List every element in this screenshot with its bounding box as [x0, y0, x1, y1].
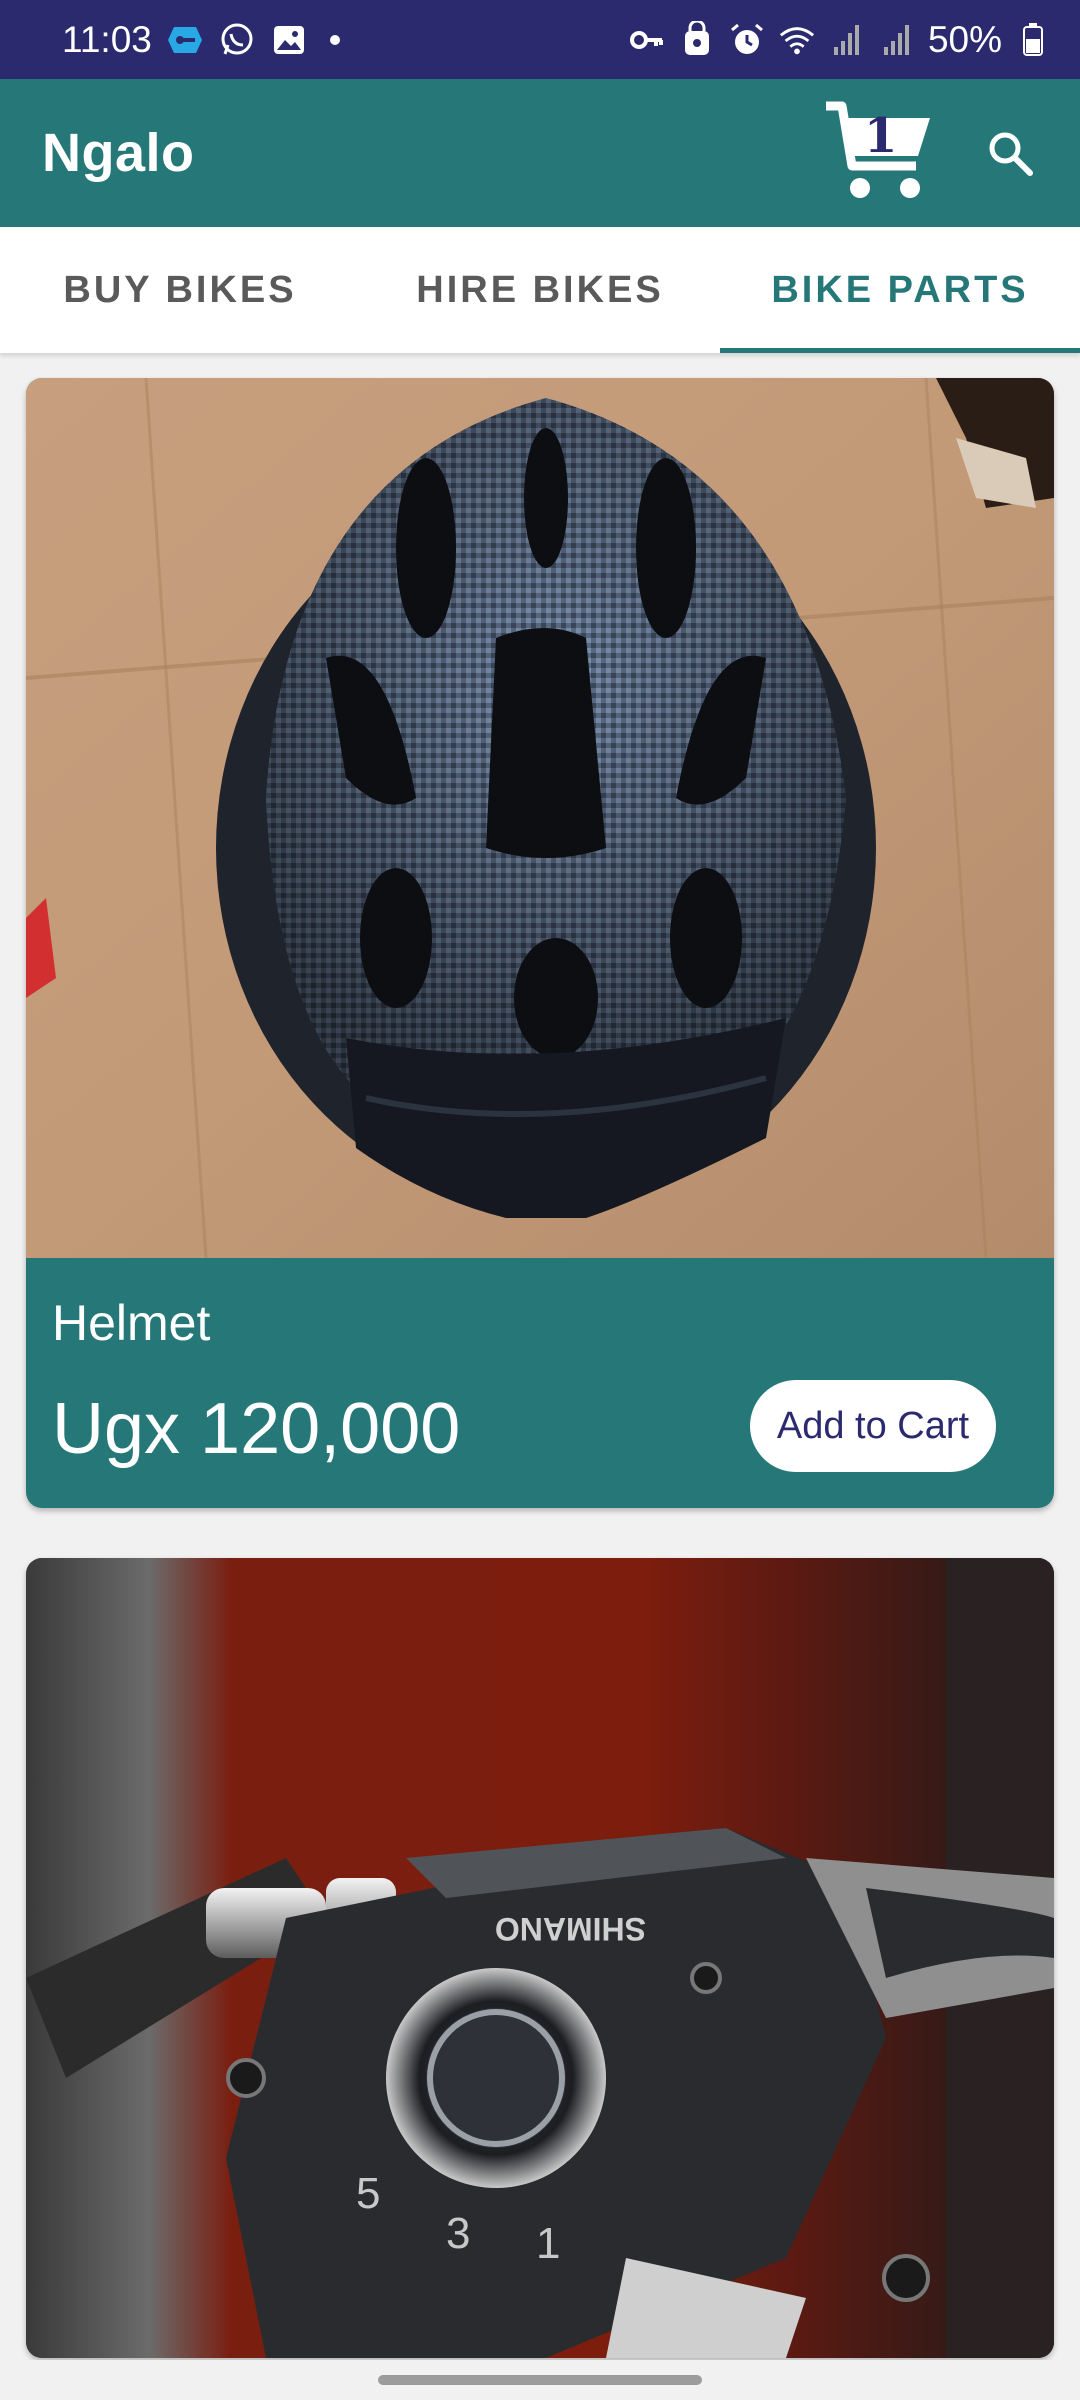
product-name: Helmet [52, 1295, 211, 1351]
status-time: 11:03 [62, 18, 152, 60]
alarm-icon [728, 21, 766, 59]
app-bar: Ngalo 1 [0, 79, 1080, 227]
system-nav-bar [0, 2360, 1080, 2400]
gallery-icon [270, 21, 308, 59]
gear-number-1: 1 [536, 2219, 560, 2268]
whatsapp-icon [218, 21, 256, 59]
home-gesture-handle[interactable] [378, 2375, 702, 2385]
product-image-shifter: SHIMANO 5 3 1 [26, 1558, 1054, 2358]
add-to-cart-button[interactable]: Add to Cart [750, 1380, 996, 1472]
product-info: Helmet Ugx 120,000 Add to Cart [26, 1258, 1054, 1508]
battery-percent: 50% [927, 18, 1002, 60]
gear-number-5: 5 [356, 2169, 380, 2218]
status-bar: 11:03 50% [0, 0, 1080, 79]
shifter-brand-text: SHIMANO [495, 1911, 646, 1947]
product-card[interactable]: Helmet Ugx 120,000 Add to Cart [26, 378, 1054, 1508]
key-icon [628, 21, 666, 59]
signal-icon-2 [878, 21, 916, 59]
product-card[interactable]: SHIMANO 5 3 1 [26, 1558, 1054, 2358]
tab-bike-parts[interactable]: BIKE PARTS [720, 227, 1080, 353]
battery-icon [1014, 21, 1052, 59]
search-icon [989, 132, 1033, 176]
lock-app-icon [678, 20, 716, 59]
category-tabs: BUY BIKES HIRE BIKES BIKE PARTS [0, 227, 1080, 353]
more-notifications-dot [329, 34, 340, 45]
cart-button[interactable]: 1 [822, 98, 934, 208]
search-button[interactable] [982, 125, 1038, 181]
cart-count: 1 [864, 108, 898, 164]
product-image-helmet [26, 378, 1054, 1258]
product-price: Ugx 120,000 [52, 1389, 461, 1469]
app-title: Ngalo [42, 123, 195, 183]
tab-hire-bikes[interactable]: HIRE BIKES [360, 227, 720, 353]
vpn-app-icon [166, 21, 204, 59]
signal-icon-1 [828, 21, 866, 59]
tab-buy-bikes[interactable]: BUY BIKES [0, 227, 360, 353]
wifi-icon [778, 21, 816, 59]
gear-number-3: 3 [446, 2209, 470, 2258]
